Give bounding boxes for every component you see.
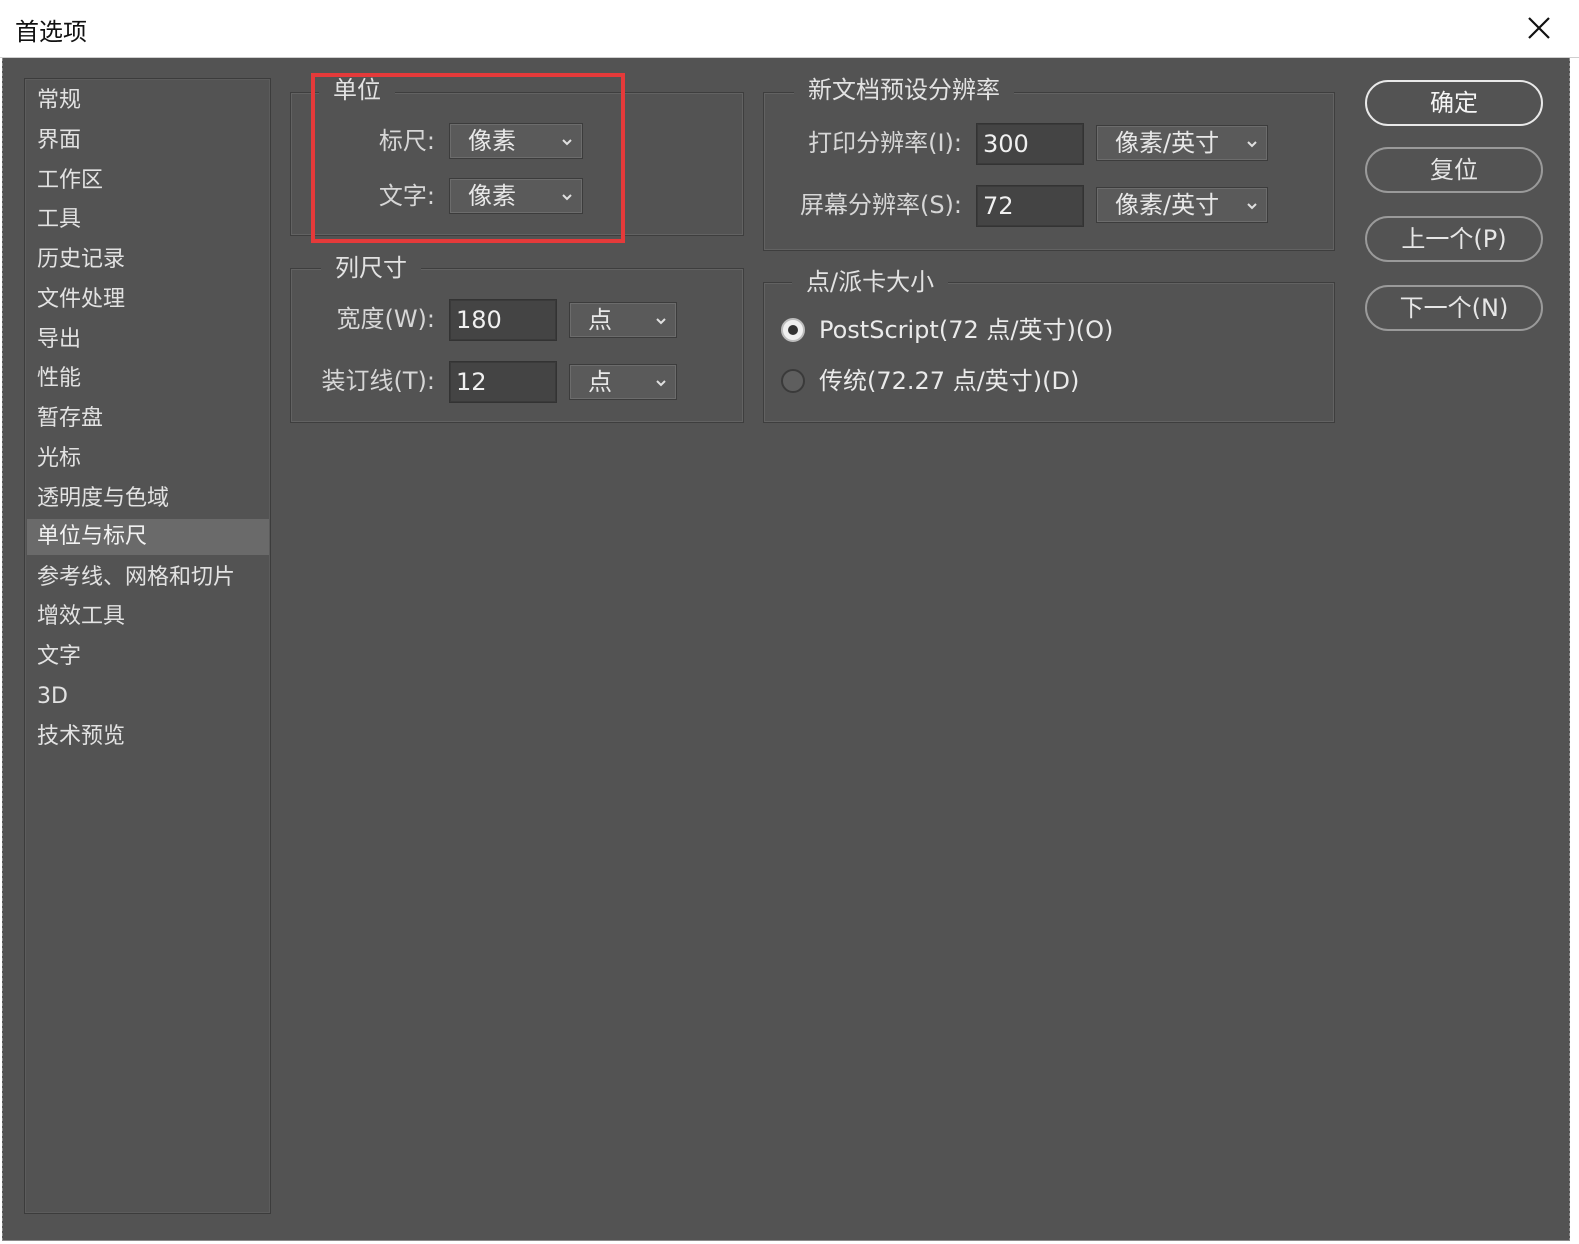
type-unit-value: 像素 <box>468 182 516 210</box>
gutter-input[interactable]: 12 <box>449 361 557 403</box>
sidebar-item-3d[interactable]: 3D <box>27 679 269 715</box>
chevron-down-icon <box>1247 141 1257 148</box>
sidebar-item-tools[interactable]: 工具 <box>27 202 269 238</box>
postscript-option-label[interactable]: PostScript(72 点/英寸)(O) <box>819 313 1113 347</box>
ruler-label: 标尺: <box>378 127 435 155</box>
next-button[interactable]: 下一个(N) <box>1365 285 1543 331</box>
sidebar-item-export[interactable]: 导出 <box>27 322 269 358</box>
sidebar-item-transparency[interactable]: 透明度与色域 <box>27 481 269 517</box>
units-group: 单位 标尺: 像素 文字: 像素 <box>290 75 744 236</box>
column-width-input[interactable]: 180 <box>449 299 557 341</box>
column-width-unit-select[interactable]: 点 <box>569 302 677 338</box>
new-doc-resolution-group-title: 新文档预设分辨率 <box>794 75 1014 105</box>
new-doc-resolution-group: 新文档预设分辨率 打印分辨率(I): 300 像素/英寸 屏幕分辨率(S): 7… <box>763 75 1335 251</box>
ruler-unit-value: 像素 <box>468 127 516 155</box>
gutter-unit-select[interactable]: 点 <box>569 364 677 400</box>
sidebar-item-interface[interactable]: 界面 <box>27 123 269 159</box>
screen-resolution-input[interactable]: 72 <box>976 185 1084 227</box>
screen-resolution-unit-select[interactable]: 像素/英寸 <box>1096 187 1268 223</box>
sidebar-item-workspace[interactable]: 工作区 <box>27 163 269 199</box>
width-label: 宽度(W): <box>336 305 435 333</box>
point-pica-size-group: 点/派卡大小 PostScript(72 点/英寸)(O) 传统(72.27 点… <box>763 267 1335 423</box>
chevron-down-icon <box>656 318 666 325</box>
sidebar-item-history[interactable]: 历史记录 <box>27 242 269 278</box>
ruler-unit-select[interactable]: 像素 <box>449 123 583 159</box>
column-width-unit-value: 点 <box>588 306 612 334</box>
reset-button[interactable]: 复位 <box>1365 147 1543 193</box>
traditional-option-label[interactable]: 传统(72.27 点/英寸)(D) <box>819 364 1079 398</box>
sidebar-item-file-handling[interactable]: 文件处理 <box>27 282 269 318</box>
column-size-group-title: 列尺寸 <box>321 253 421 283</box>
previous-button[interactable]: 上一个(P) <box>1365 216 1543 262</box>
gutter-label: 装订线(T): <box>321 367 435 395</box>
print-resolution-input[interactable]: 300 <box>976 123 1084 165</box>
chevron-down-icon <box>656 380 666 387</box>
sidebar-item-type[interactable]: 文字 <box>27 639 269 675</box>
sidebar-item-plugins[interactable]: 增效工具 <box>27 599 269 635</box>
sidebar-item-general[interactable]: 常规 <box>27 83 269 119</box>
traditional-radio[interactable] <box>781 369 805 393</box>
sidebar-item-tech-preview[interactable]: 技术预览 <box>27 719 269 755</box>
gutter-unit-value: 点 <box>588 368 612 396</box>
dialog-body: 常规 界面 工作区 工具 历史记录 文件处理 导出 性能 暂存盘 光标 透明度与… <box>2 58 1570 1241</box>
title-bar: 首选项 <box>0 0 1579 58</box>
print-resolution-unit-select[interactable]: 像素/英寸 <box>1096 125 1268 161</box>
print-resolution-label: 打印分辨率(I): <box>808 129 962 157</box>
ok-button[interactable]: 确定 <box>1365 80 1543 126</box>
screen-resolution-unit-value: 像素/英寸 <box>1115 191 1220 219</box>
window-title: 首选项 <box>15 18 87 46</box>
point-pica-size-group-title: 点/派卡大小 <box>792 267 949 297</box>
units-group-title: 单位 <box>319 75 395 105</box>
chevron-down-icon <box>562 139 572 146</box>
sidebar-item-scratch-disks[interactable]: 暂存盘 <box>27 401 269 437</box>
postscript-radio[interactable] <box>781 318 805 342</box>
column-size-group: 列尺寸 宽度(W): 180 点 装订线(T): 12 点 <box>290 253 744 423</box>
close-button[interactable] <box>1519 8 1559 48</box>
screen-resolution-label: 屏幕分辨率(S): <box>799 191 962 219</box>
preferences-category-list: 常规 界面 工作区 工具 历史记录 文件处理 导出 性能 暂存盘 光标 透明度与… <box>24 78 271 1214</box>
sidebar-item-cursors[interactable]: 光标 <box>27 441 269 477</box>
sidebar-item-units-rulers[interactable]: 单位与标尺 <box>27 519 269 555</box>
sidebar-item-guides-grid-slices[interactable]: 参考线、网格和切片 <box>27 560 269 596</box>
type-label: 文字: <box>378 182 435 210</box>
close-icon <box>1528 17 1550 39</box>
print-resolution-unit-value: 像素/英寸 <box>1115 129 1220 157</box>
chevron-down-icon <box>562 194 572 201</box>
sidebar-item-performance[interactable]: 性能 <box>27 361 269 397</box>
chevron-down-icon <box>1247 203 1257 210</box>
type-unit-select[interactable]: 像素 <box>449 178 583 214</box>
